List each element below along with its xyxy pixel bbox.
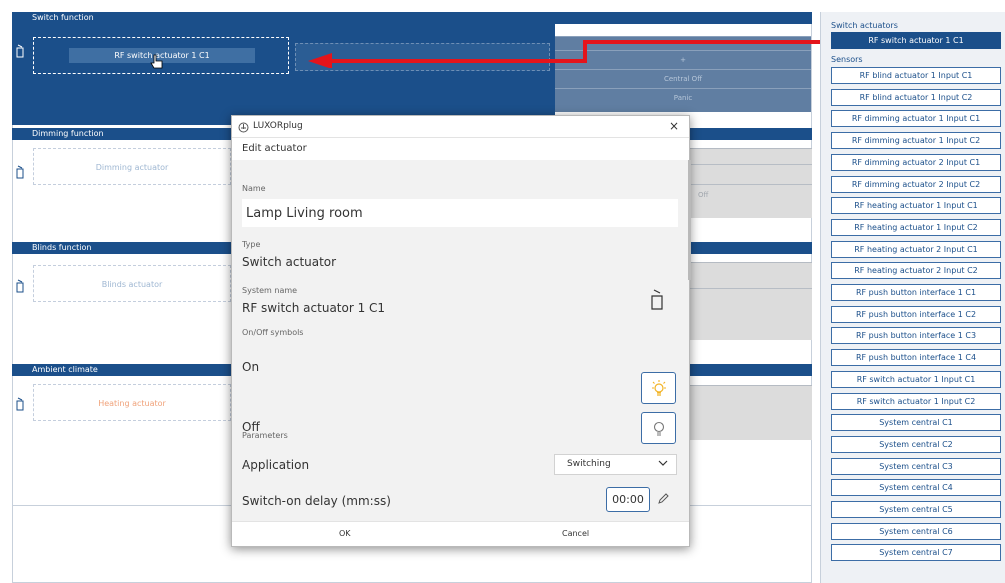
- bulb-off-icon: [653, 421, 665, 436]
- dialog-scrollbar[interactable]: [688, 160, 691, 280]
- list-item[interactable]: System central C4: [831, 479, 1001, 497]
- dialog-titlebar: LUXORplug ×: [232, 116, 689, 138]
- list-header-switch-actuators: Switch actuators: [831, 21, 898, 30]
- list-item[interactable]: RF heating actuator 2 Input C2: [831, 262, 1001, 280]
- system-name-value: RF switch actuator 1 C1: [242, 301, 386, 315]
- switch-on-delay-label: Switch-on delay (mm:ss): [242, 494, 391, 508]
- ok-button[interactable]: OK: [339, 529, 351, 538]
- chevron-down-icon: [658, 460, 668, 466]
- lamp-icon: [16, 165, 24, 179]
- list-item[interactable]: RF push button interface 1 C1: [831, 284, 1001, 301]
- dialog-subtitle: Edit actuator: [232, 138, 689, 160]
- list-item-selected[interactable]: RF switch actuator 1 C1: [831, 32, 1001, 49]
- hand-cursor-icon: [150, 54, 163, 69]
- list-item[interactable]: System central C5: [831, 501, 1001, 518]
- list-item[interactable]: RF dimming actuator 1 Input C1: [831, 110, 1001, 128]
- list-item[interactable]: RF dimming actuator 1 Input C2: [831, 132, 1001, 150]
- edit-actuator-dialog: LUXORplug × Edit actuator Name Type Swit…: [231, 115, 691, 547]
- lamp-icon: [16, 44, 24, 58]
- blinds-grid: [690, 262, 812, 340]
- cancel-button[interactable]: Cancel: [562, 529, 589, 538]
- list-item[interactable]: RF push button interface 1 C3: [831, 327, 1001, 345]
- list-item[interactable]: System central C6: [831, 522, 1001, 540]
- list-header-sensors: Sensors: [831, 55, 863, 64]
- list-item[interactable]: RF switch actuator 1 Input C1: [831, 370, 1001, 388]
- lamp-icon: [16, 279, 24, 293]
- type-value: Switch actuator: [242, 255, 337, 269]
- list-item[interactable]: System central C1: [831, 414, 1001, 432]
- gray-row: [690, 288, 812, 313]
- list-item[interactable]: RF switch actuator 1 Input C2: [831, 392, 1001, 410]
- list-item[interactable]: RF blind actuator 1 Input C2: [831, 88, 1001, 106]
- list-item[interactable]: System central C2: [831, 435, 1001, 453]
- gray-row-off[interactable]: Off: [690, 184, 812, 204]
- bulb-on-icon: [652, 380, 666, 396]
- drag-arrow: [308, 40, 858, 68]
- blinds-drop-zone[interactable]: Blinds actuator: [33, 265, 231, 302]
- dimming-grid: Off: [690, 148, 812, 218]
- device-list-panel: Switch actuators RF switch actuator 1 C1…: [820, 12, 1005, 583]
- list-item[interactable]: RF push button interface 1 C2: [831, 305, 1001, 323]
- list-item[interactable]: RF push button interface 1 C4: [831, 349, 1001, 367]
- lamp-icon: [16, 397, 24, 411]
- application-select[interactable]: Switching: [554, 454, 677, 475]
- name-input[interactable]: [242, 199, 678, 227]
- name-label: Name: [242, 184, 266, 193]
- close-icon[interactable]: ×: [669, 119, 679, 133]
- list-item[interactable]: System central C7: [831, 544, 1001, 562]
- dialog-footer: OK Cancel: [232, 521, 689, 546]
- grid-row-panic[interactable]: Panic: [555, 88, 811, 107]
- application-select-value: Switching: [567, 459, 611, 469]
- grid-row-central-off[interactable]: Central Off: [555, 69, 811, 88]
- dialog-app-title: LUXORplug: [253, 121, 303, 131]
- symbols-label: On/Off symbols: [242, 328, 304, 337]
- climate-drop-zone[interactable]: Heating actuator: [33, 384, 231, 421]
- list-item[interactable]: RF heating actuator 1 Input C1: [831, 197, 1001, 215]
- type-label: Type: [242, 240, 261, 249]
- system-name-label: System name: [242, 286, 298, 295]
- on-symbol-button[interactable]: [641, 372, 676, 404]
- gray-row: [690, 164, 812, 184]
- list-item[interactable]: RF heating actuator 1 Input C2: [831, 218, 1001, 236]
- off-symbol-button[interactable]: [641, 412, 676, 444]
- list-item[interactable]: RF heating actuator 2 Input C1: [831, 240, 1001, 258]
- on-label: On: [242, 360, 260, 374]
- list-item[interactable]: RF blind actuator 1 Input C1: [831, 67, 1001, 84]
- switch-function-section: Switch function: [12, 12, 812, 24]
- parameters-label: Parameters: [242, 431, 288, 440]
- list-item[interactable]: RF dimming actuator 2 Input C1: [831, 153, 1001, 171]
- list-item[interactable]: RF dimming actuator 2 Input C2: [831, 175, 1001, 193]
- switch-on-delay-input[interactable]: 00:00: [606, 487, 650, 512]
- lamp-icon: [651, 289, 663, 310]
- climate-grid: [690, 385, 812, 440]
- pencil-icon[interactable]: [657, 493, 669, 505]
- dimming-drop-zone[interactable]: Dimming actuator: [33, 148, 231, 185]
- application-label: Application: [242, 458, 310, 472]
- list-item[interactable]: System central C3: [831, 457, 1001, 475]
- luxorplug-logo-icon: [238, 122, 249, 133]
- section-title: Switch function: [12, 12, 812, 24]
